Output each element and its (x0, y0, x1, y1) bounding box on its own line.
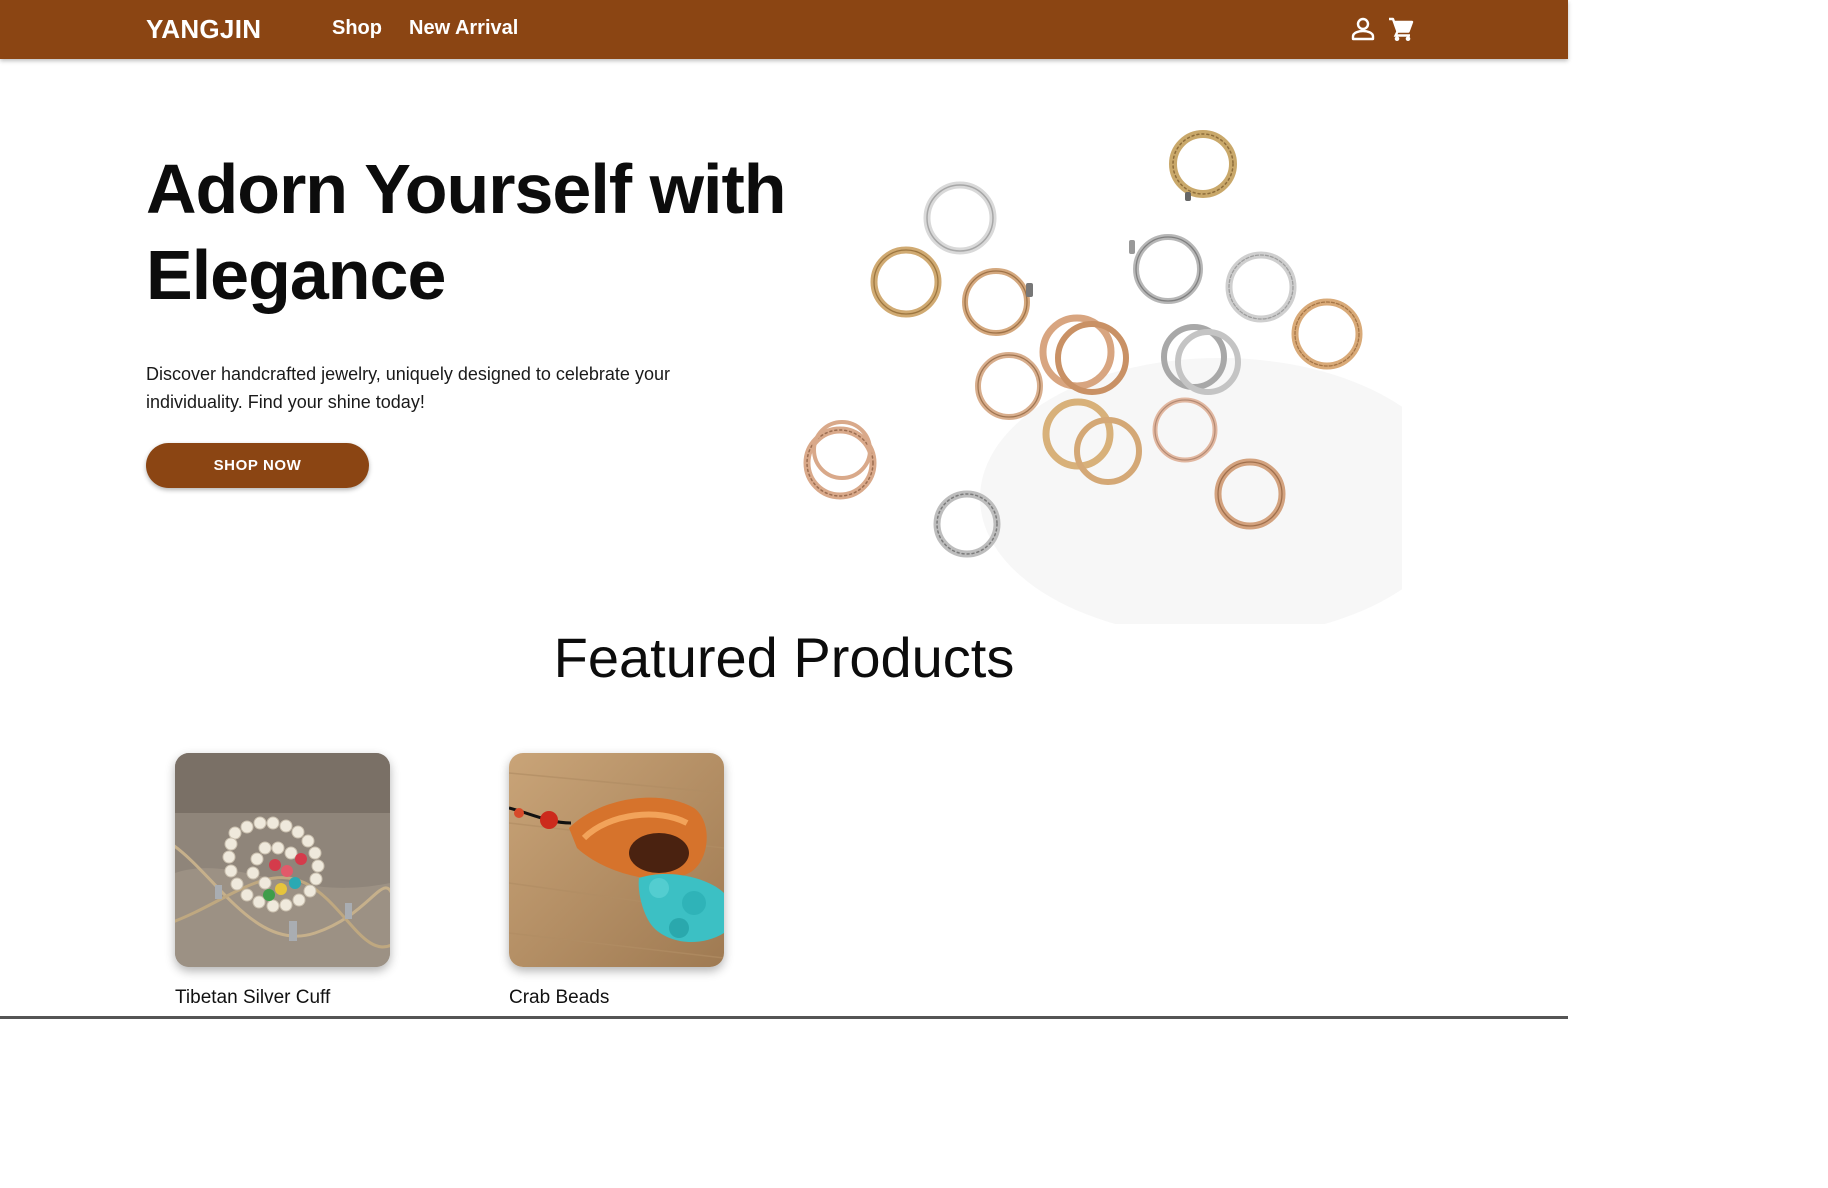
hero-description: Discover handcrafted jewelry, uniquely d… (146, 364, 670, 412)
window-bottom-border (0, 1016, 1568, 1019)
product-card-tibetan-silver-cuff[interactable]: Tibetan Silver Cuff (175, 753, 390, 1009)
top-navigation-bar: YANGJIN Shop New Arrival (0, 0, 1568, 59)
user-icon[interactable] (1350, 16, 1376, 42)
product-name[interactable]: Crab Beads (509, 987, 724, 1009)
hero-title: Adorn Yourself with Elegance (146, 150, 787, 314)
product-image[interactable] (175, 753, 390, 967)
product-image[interactable] (509, 753, 724, 967)
rings-hero-image (790, 68, 1460, 638)
nav-new-arrival-link[interactable]: New Arrival (409, 17, 518, 40)
cart-icon[interactable] (1388, 16, 1414, 42)
shop-now-button[interactable]: SHOP NOW (146, 443, 369, 488)
brand-logo[interactable]: YANGJIN (146, 14, 261, 45)
product-card-crab-beads[interactable]: Crab Beads (509, 753, 724, 1009)
product-name[interactable]: Tibetan Silver Cuff (175, 987, 390, 1009)
featured-products-heading: Featured Products (553, 626, 1015, 689)
nav-shop-link[interactable]: Shop (332, 17, 382, 40)
